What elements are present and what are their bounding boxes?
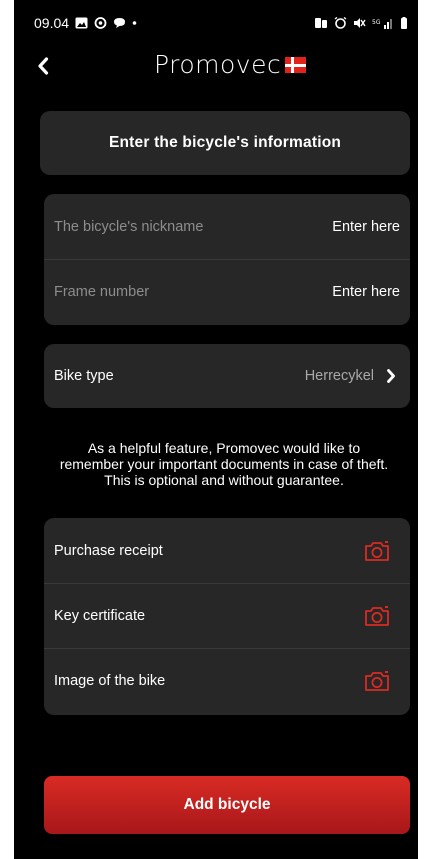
bike-type-value: Herrecykel <box>304 368 374 384</box>
key-certificate-label: Key certificate <box>54 608 146 624</box>
frame-number-input[interactable]: Enter here <box>332 284 400 300</box>
nickname-input[interactable]: Enter here <box>332 219 400 235</box>
header: Promovec <box>14 46 418 88</box>
documents-list: Purchase receipt Key certificate Image o… <box>44 518 410 715</box>
status-right: 5G <box>315 17 408 29</box>
frame-number-label: Frame number <box>54 284 150 300</box>
chat-icon <box>114 18 126 28</box>
bike-type-value-group: Herrecykel <box>305 368 400 384</box>
help-text: As a helpful feature, Promovec would lik… <box>59 440 389 488</box>
frame-number-field[interactable]: Frame number Enter here <box>44 259 410 324</box>
camera-icon[interactable] <box>364 670 390 692</box>
title-card: Enter the bicycle's information <box>40 111 410 175</box>
chevron-right-icon <box>387 369 395 383</box>
add-bicycle-button[interactable]: Add bicycle <box>44 776 410 834</box>
nickname-label: The bicycle's nickname <box>54 218 204 235</box>
promovec-logo: Promovec <box>154 46 307 82</box>
status-left: 09.04 <box>34 15 137 31</box>
purchase-receipt-row[interactable]: Purchase receipt <box>44 518 410 583</box>
camera-icon[interactable] <box>364 540 390 562</box>
battery-icon <box>401 17 407 29</box>
alarm-icon <box>334 17 347 29</box>
app-screen: 09.04 5G Promovec Enter the bicycle's in… <box>14 0 418 859</box>
nickname-field[interactable]: The bicycle's nickname Enter here <box>44 194 410 259</box>
camera-icon[interactable] <box>364 605 390 627</box>
bike-image-row[interactable]: Image of the bike <box>44 648 410 713</box>
signal-icon: 5G <box>372 19 392 29</box>
gallery-icon <box>75 17 88 29</box>
danish-flag-icon <box>285 57 307 73</box>
bike-info-fields: The bicycle's nickname Enter here Frame … <box>44 194 410 325</box>
svg-text:5G: 5G <box>372 19 381 26</box>
bike-type-selector[interactable]: Bike type Herrecykel <box>44 344 410 408</box>
back-button[interactable] <box>30 52 56 80</box>
page-title: Enter the bicycle's information <box>108 134 342 151</box>
status-time: 09.04 <box>34 15 70 31</box>
purchase-receipt-label: Purchase receipt <box>54 542 163 559</box>
sync-icon <box>94 17 107 29</box>
dot-icon <box>132 21 137 25</box>
bike-type-label: Bike type <box>54 368 114 384</box>
mute-icon <box>354 18 366 28</box>
key-certificate-row[interactable]: Key certificate <box>44 583 410 648</box>
nfc-icon <box>315 18 327 28</box>
bike-image-label: Image of the bike <box>54 673 166 689</box>
brand-name: Promovec <box>154 49 282 79</box>
chevron-left-icon <box>38 57 49 75</box>
bike-type-row[interactable]: Bike type Herrecykel <box>44 344 410 408</box>
status-bar: 09.04 5G <box>14 0 418 46</box>
